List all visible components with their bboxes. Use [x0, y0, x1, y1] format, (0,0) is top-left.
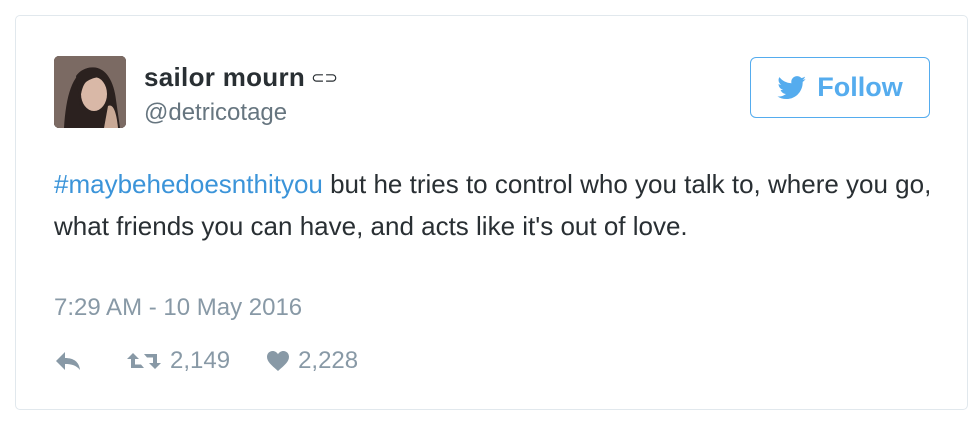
follow-button[interactable]: Follow [750, 57, 930, 118]
name-emoji: ⊂⊃ [311, 70, 338, 87]
display-name[interactable]: sailor mourn [144, 62, 305, 93]
retweet-count: 2,149 [170, 347, 231, 374]
twitter-bird-icon [777, 75, 807, 99]
hashtag-link[interactable]: #maybehedoesnthityou [54, 169, 323, 199]
heart-icon [267, 351, 290, 371]
tweet-actions: 2,149 2,228 [54, 347, 358, 375]
like-button[interactable]: 2,228 [266, 347, 358, 375]
tweet-card: sailor mourn ⊂⊃ @detricotage Follow #mayb… [15, 15, 968, 410]
retweet-button[interactable]: 2,149 [126, 347, 230, 375]
avatar-image [54, 56, 126, 128]
tweet-timestamp[interactable]: 7:29 AM - 10 May 2016 [54, 294, 302, 322]
user-avatar[interactable] [54, 56, 126, 128]
user-info: sailor mourn ⊂⊃ @detricotage [144, 62, 338, 127]
reply-button[interactable] [54, 350, 84, 372]
like-count: 2,228 [298, 347, 359, 374]
reply-icon [56, 352, 80, 370]
retweet-icon [127, 353, 161, 369]
user-handle[interactable]: @detricotage [144, 99, 338, 127]
tweet-text: #maybehedoesnthityou but he tries to con… [54, 163, 934, 247]
follow-label: Follow [817, 72, 903, 102]
